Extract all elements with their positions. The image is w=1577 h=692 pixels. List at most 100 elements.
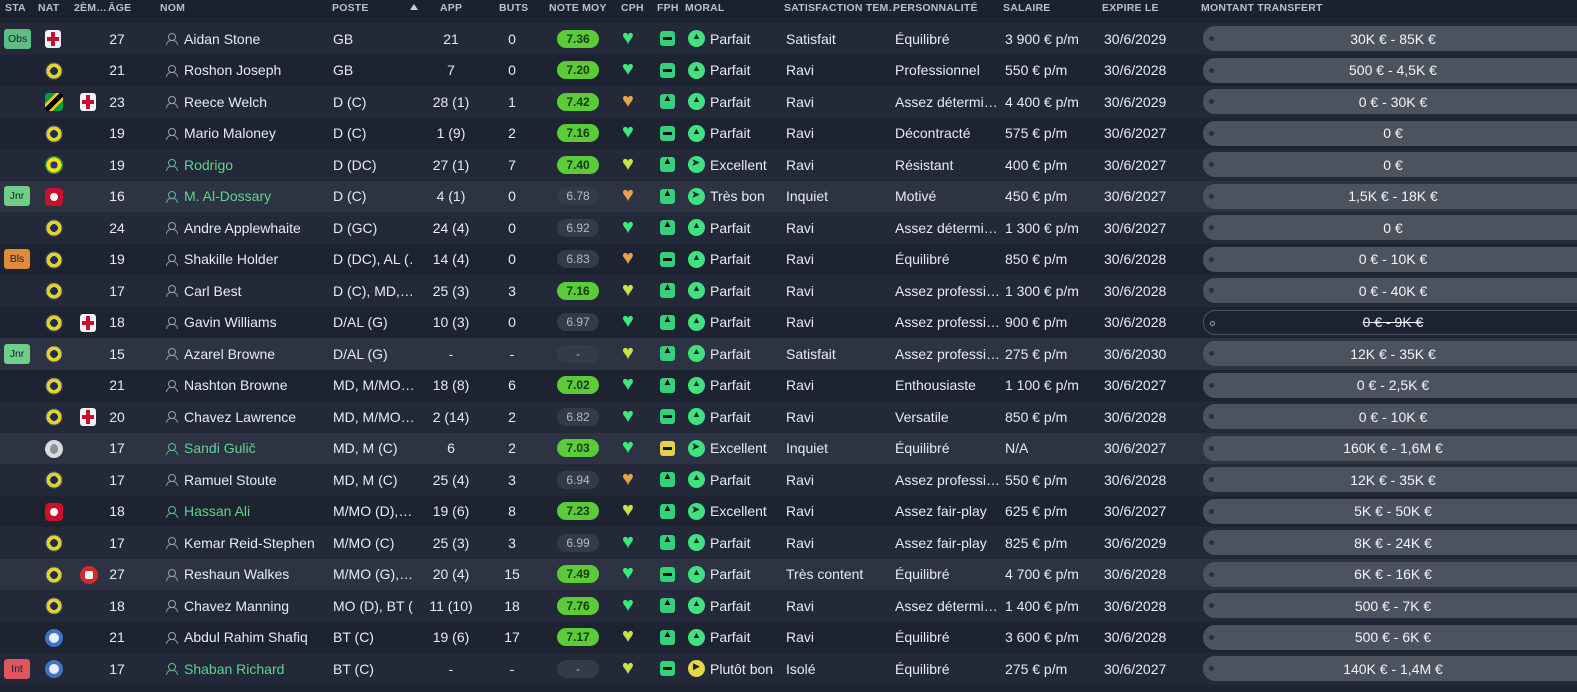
player-name-cell[interactable]: Nashton Browne [166, 370, 326, 402]
status-badge[interactable]: Jnr [4, 343, 30, 364]
player-name-cell[interactable]: Kemar Reid-Stephen [166, 527, 326, 559]
england-flag-icon[interactable] [80, 408, 96, 426]
table-row[interactable]: 21 Roshon Joseph GB 7 0 7.20 Parfait Ravi Profes… [0, 54, 1577, 86]
player-name-cell[interactable]: Sandi Gulič [166, 433, 326, 465]
player-name-cell[interactable]: Gavin Williams [166, 307, 326, 339]
heart-icon[interactable] [622, 342, 640, 364]
table-row[interactable]: 17 Ramuel Stoute MD, M (C) 25 (4) 3 6.94 Parfa… [0, 464, 1577, 496]
col-note[interactable]: NOTE MOY [549, 2, 619, 14]
col-name[interactable]: NOM [160, 2, 260, 14]
table-row[interactable]: 23 Reece Welch D (C) 28 (1) 1 7.42 Parfait Ravi… [0, 86, 1577, 118]
table-row[interactable]: Bls 19 Shakille Holder D (DC), AL (… 14 (4) 0… [0, 243, 1577, 276]
thumbs-up-icon[interactable] [659, 219, 675, 236]
player-name[interactable]: Abdul Rahim Shafiq [184, 629, 308, 645]
player-name-cell[interactable]: Shakille Holder [166, 244, 326, 276]
ball-flag-icon[interactable] [45, 565, 63, 584]
thumbs-up-icon[interactable] [659, 314, 675, 330]
white-flag-icon[interactable] [45, 439, 63, 458]
minus-icon[interactable] [659, 440, 675, 456]
player-name-cell[interactable]: Chavez Manning [166, 590, 326, 622]
player-name-cell[interactable]: Shaban Richard [166, 653, 326, 685]
transfer-value-bar[interactable]: 140K € - 1,4M € [1203, 656, 1577, 681]
heart-icon[interactable] [622, 216, 640, 238]
player-name-cell[interactable]: Chavez Lawrence [166, 401, 326, 433]
heart-icon[interactable] [622, 58, 640, 80]
player-name-cell[interactable]: Mario Maloney [166, 118, 326, 150]
ball-flag-icon[interactable] [45, 313, 63, 332]
table-row[interactable]: 19 Rodrigo D (DC) 27 (1) 7 7.40 Excellent Ravi R… [0, 149, 1577, 181]
minus-icon[interactable] [659, 251, 675, 267]
player-name[interactable]: Chavez Manning [184, 598, 289, 614]
col-nat[interactable]: NAT [38, 2, 68, 14]
minus-icon[interactable] [659, 661, 675, 677]
thumbs-up-icon[interactable] [659, 597, 675, 614]
player-name-cell[interactable]: Aidan Stone [166, 23, 326, 55]
morale-cell[interactable]: Parfait [688, 590, 783, 622]
morale-cell[interactable]: Parfait [688, 338, 783, 370]
heart-icon[interactable] [622, 310, 640, 332]
heart-icon[interactable] [622, 247, 640, 269]
morale-cell[interactable]: Parfait [688, 464, 783, 496]
heart-icon[interactable] [622, 625, 640, 647]
table-row[interactable]: 17 Kemar Reid-Stephen M/MO (C) 25 (3) 3 6.99 P… [0, 527, 1577, 559]
heart-icon[interactable] [622, 405, 640, 427]
player-name[interactable]: Sandi Gulič [184, 440, 256, 456]
morale-cell[interactable]: Excellent [688, 496, 783, 528]
heart-icon[interactable] [622, 468, 640, 490]
transfer-value-bar[interactable]: 0 € - 10K € [1203, 246, 1577, 272]
table-row[interactable]: 19 Mario Maloney D (C) 1 (9) 2 7.16 Parfait Rav… [0, 117, 1577, 150]
brazil-flag-icon[interactable] [45, 156, 63, 174]
heart-icon[interactable] [622, 153, 640, 175]
player-name[interactable]: Gavin Williams [184, 314, 277, 330]
ball-flag-icon[interactable] [45, 376, 63, 395]
heart-icon[interactable] [622, 562, 640, 584]
red-flag-icon[interactable] [45, 187, 63, 206]
col-salaire[interactable]: SALAIRE [1003, 2, 1083, 14]
morale-cell[interactable]: Très bon [688, 181, 783, 213]
table-row[interactable]: 20 Chavez Lawrence MD, M/MO… 2 (14) 2 6.82 Par… [0, 401, 1577, 433]
thumbs-up-icon[interactable] [659, 534, 675, 551]
thumbs-up-icon[interactable] [659, 345, 675, 362]
transfer-value-bar[interactable]: 500 € - 7K € [1203, 593, 1577, 618]
table-row[interactable]: 17 Carl Best D (C), MD,… 25 (3) 3 7.16 Parfait… [0, 275, 1577, 307]
transfer-value-bar[interactable]: 0 € [1203, 215, 1577, 240]
ball-flag-icon[interactable] [45, 597, 63, 615]
morale-cell[interactable]: Excellent [688, 433, 783, 465]
ball-flag-icon[interactable] [45, 250, 63, 269]
minus-icon[interactable] [659, 566, 675, 582]
player-name[interactable]: Shaban Richard [184, 661, 284, 677]
heart-icon[interactable] [622, 373, 640, 395]
player-name-cell[interactable]: Ramuel Stoute [166, 464, 326, 496]
transfer-value-bar[interactable]: 0 € [1203, 152, 1577, 177]
thumbs-up-icon[interactable] [659, 503, 675, 519]
england-flag-icon[interactable] [80, 93, 96, 111]
ball-flag-icon[interactable] [45, 408, 63, 426]
player-name-cell[interactable]: Rodrigo [166, 149, 326, 181]
table-row[interactable]: 21 Abdul Rahim Shafiq BT (C) 19 (6) 17 7.17 Pa… [0, 621, 1577, 653]
transfer-value-bar[interactable]: 6K € - 16K € [1203, 561, 1577, 587]
table-row[interactable]: Obs 27 Aidan Stone GB 21 0 7.36 Parfait Satisfai… [0, 23, 1577, 55]
morale-cell[interactable]: Parfait [688, 275, 783, 307]
table-row[interactable]: Jnr 15 Azarel Browne D/AL (G) - - - Parfait Sati… [0, 338, 1577, 370]
player-name[interactable]: Azarel Browne [184, 346, 275, 362]
morale-cell[interactable]: Parfait [688, 401, 783, 433]
player-name[interactable]: Nashton Browne [184, 377, 288, 393]
player-name[interactable]: M. Al-Dossary [184, 188, 271, 204]
col-buts[interactable]: BUTS [499, 2, 539, 14]
thumbs-up-icon[interactable] [659, 471, 675, 488]
transfer-value-bar[interactable]: 0 € [1203, 120, 1577, 146]
ball-flag-icon[interactable] [45, 282, 63, 300]
england-flag-icon[interactable] [80, 313, 96, 332]
ball-flag-icon[interactable] [45, 345, 63, 363]
thumbs-up-icon[interactable] [659, 377, 675, 393]
status-badge[interactable]: Bls [4, 249, 30, 270]
transfer-value-bar[interactable]: 12K € - 35K € [1203, 467, 1577, 492]
morale-cell[interactable]: Parfait [688, 212, 783, 244]
transfer-value-bar[interactable]: 0 € - 10K € [1203, 404, 1577, 429]
player-name[interactable]: Roshon Joseph [184, 62, 281, 78]
heart-icon[interactable] [622, 279, 640, 301]
thumbs-up-icon[interactable] [659, 93, 675, 110]
sort-ascending-icon[interactable] [410, 4, 418, 10]
morale-cell[interactable]: Parfait [688, 559, 783, 591]
player-name[interactable]: Andre Applewhaite [184, 220, 301, 236]
